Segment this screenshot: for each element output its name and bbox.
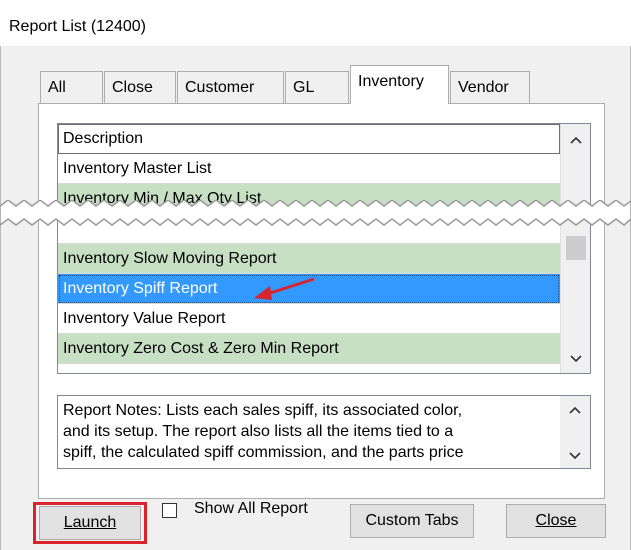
window-title: Report List (12400) bbox=[9, 18, 146, 35]
close-button-label: Close bbox=[535, 512, 577, 529]
notes-scrollbar[interactable] bbox=[560, 396, 590, 468]
red-arrow-icon bbox=[254, 277, 315, 300]
notes-line: spiff, the calculated spiff commission, … bbox=[63, 444, 464, 461]
scroll-up-icon[interactable] bbox=[561, 124, 590, 154]
scroll-down-icon[interactable] bbox=[560, 448, 590, 463]
tab-close[interactable]: Close bbox=[104, 71, 176, 104]
list-scrollbar[interactable] bbox=[560, 124, 590, 373]
tab-gl[interactable]: GL bbox=[285, 71, 349, 104]
show-all-label[interactable]: Show All Report bbox=[194, 500, 308, 518]
title-bar: Report List (12400) bbox=[0, 0, 631, 46]
scroll-down-icon[interactable] bbox=[561, 343, 590, 373]
list-item[interactable]: Inventory Value Report bbox=[58, 304, 560, 334]
show-all-checkbox[interactable] bbox=[162, 503, 177, 518]
tab-customer[interactable]: Customer bbox=[177, 71, 284, 104]
scroll-up-icon[interactable] bbox=[560, 402, 590, 417]
notes-line: Report Notes: Lists each sales spiff, it… bbox=[63, 402, 463, 419]
column-header-description[interactable]: Description bbox=[58, 124, 560, 154]
tab-close-label: Close bbox=[112, 79, 153, 96]
list-item[interactable]: Inventory Master List bbox=[58, 154, 560, 184]
list-item[interactable]: Inventory Slow Moving Report bbox=[58, 244, 560, 274]
report-list[interactable]: Description Inventory Master List Invent… bbox=[57, 123, 591, 374]
notes-line: and its setup. The report also lists all… bbox=[63, 423, 454, 440]
close-button[interactable]: Close bbox=[506, 504, 606, 538]
tab-customer-label: Customer bbox=[185, 79, 255, 96]
tab-all[interactable]: All bbox=[40, 71, 103, 104]
tab-inventory-label: Inventory bbox=[358, 73, 424, 90]
tab-inventory[interactable]: Inventory bbox=[350, 65, 449, 104]
report-notes[interactable]: Report Notes: Lists each sales spiff, it… bbox=[57, 395, 591, 469]
tab-vendor[interactable]: Vendor bbox=[450, 71, 530, 104]
custom-tabs-button[interactable]: Custom Tabs bbox=[350, 504, 474, 538]
custom-tabs-button-label: Custom Tabs bbox=[365, 512, 459, 529]
launch-button-label: Launch bbox=[63, 514, 117, 531]
torn-edge bbox=[0, 200, 631, 226]
scrollbar-thumb[interactable] bbox=[566, 236, 586, 260]
list-item[interactable]: Inventory Zero Cost & Zero Min Report bbox=[58, 334, 560, 364]
tab-gl-label: GL bbox=[293, 79, 315, 96]
launch-button[interactable]: Launch bbox=[39, 506, 141, 540]
report-notes-text: Report Notes: Lists each sales spiff, it… bbox=[63, 400, 558, 463]
tab-all-label: All bbox=[48, 79, 66, 96]
tab-vendor-label: Vendor bbox=[458, 79, 509, 96]
